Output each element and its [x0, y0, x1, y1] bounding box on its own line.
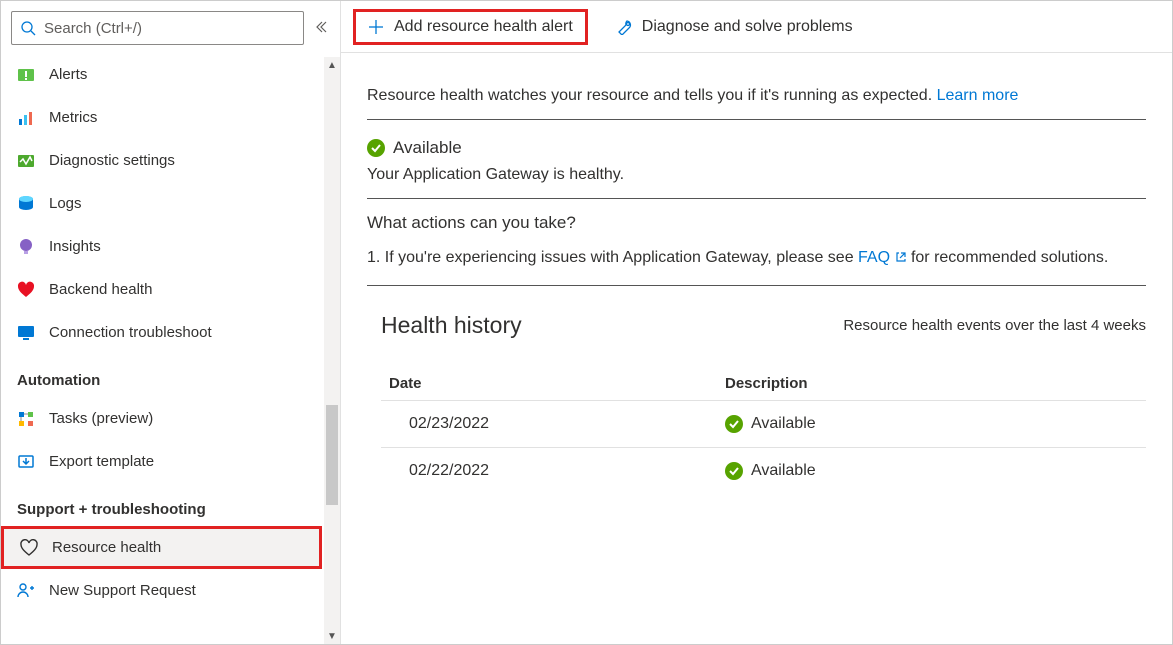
row-description: Available: [751, 415, 816, 433]
sidebar-item-label: Export template: [49, 453, 154, 470]
sidebar-item-label: Alerts: [49, 66, 87, 83]
metrics-icon: [17, 109, 35, 127]
row-date: 02/23/2022: [385, 415, 725, 433]
success-check-icon: [725, 462, 743, 480]
table-row[interactable]: 02/22/2022 Available: [381, 447, 1146, 494]
sidebar-item-diagnostic-settings[interactable]: Diagnostic settings: [1, 139, 340, 182]
sidebar-item-label: Resource health: [52, 539, 161, 556]
sidebar-item-alerts[interactable]: Alerts: [1, 53, 340, 96]
heart-outline-icon: [20, 539, 38, 557]
sidebar-item-label: Tasks (preview): [49, 410, 153, 427]
action-prefix: 1. If you're experiencing issues with Ap…: [367, 249, 858, 266]
tasks-icon: [17, 410, 35, 428]
search-placeholder: Search (Ctrl+/): [44, 20, 142, 37]
intro-text: Resource health watches your resource an…: [367, 69, 1146, 120]
sidebar-item-label: Connection troubleshoot: [49, 324, 212, 341]
sidebar-item-connection-troubleshoot[interactable]: Connection troubleshoot: [1, 311, 340, 354]
history-table: Date Description 02/23/2022 Available 02…: [381, 367, 1146, 494]
sidebar-item-new-support-request[interactable]: New Support Request: [1, 569, 340, 612]
sidebar-item-label: Insights: [49, 238, 101, 255]
sidebar-item-label: Diagnostic settings: [49, 152, 175, 169]
logs-icon: [17, 195, 35, 213]
section-header-automation: Automation: [1, 354, 340, 397]
external-link-icon: [895, 251, 907, 263]
collapse-sidebar-button[interactable]: [312, 20, 330, 37]
faq-link[interactable]: FAQ: [858, 249, 906, 266]
sidebar-item-label: Backend health: [49, 281, 152, 298]
intro-copy: Resource health watches your resource an…: [367, 87, 937, 104]
sidebar-item-label: New Support Request: [49, 582, 196, 599]
row-description: Available: [751, 462, 816, 480]
toolbar: Add resource health alert Diagnose and s…: [341, 1, 1172, 53]
insights-icon: [17, 238, 35, 256]
availability-detail: Your Application Gateway is healthy.: [367, 166, 1146, 184]
scroll-down-arrow[interactable]: ▼: [324, 628, 340, 644]
toolbar-btn-label: Add resource health alert: [394, 18, 573, 36]
monitor-icon: [17, 324, 35, 342]
sidebar-item-label: Metrics: [49, 109, 97, 126]
alerts-icon: [17, 66, 35, 84]
main: Add resource health alert Diagnose and s…: [341, 1, 1172, 644]
diagnose-and-solve-button[interactable]: Diagnose and solve problems: [606, 12, 863, 42]
col-header-description: Description: [725, 375, 1142, 392]
diagnostic-icon: [17, 152, 35, 170]
sidebar-item-tasks[interactable]: Tasks (preview): [1, 397, 340, 440]
table-row[interactable]: 02/23/2022 Available: [381, 400, 1146, 447]
section-header-support: Support + troubleshooting: [1, 483, 340, 526]
sidebar-item-metrics[interactable]: Metrics: [1, 96, 340, 139]
history-title: Health history: [381, 312, 522, 339]
action-item: 1. If you're experiencing issues with Ap…: [367, 249, 1146, 267]
plus-icon: [368, 19, 384, 35]
heart-icon: [17, 281, 35, 299]
success-check-icon: [367, 139, 385, 157]
sidebar: Search (Ctrl+/) Alerts Metrics Diagnosti…: [1, 1, 341, 644]
actions-section: What actions can you take? 1. If you're …: [367, 199, 1146, 286]
row-date: 02/22/2022: [385, 462, 725, 480]
sidebar-item-resource-health[interactable]: Resource health: [1, 526, 322, 569]
action-suffix: for recommended solutions.: [907, 249, 1109, 266]
col-header-date: Date: [385, 375, 725, 392]
toolbar-btn-label: Diagnose and solve problems: [642, 18, 853, 36]
wrench-icon: [616, 19, 632, 35]
success-check-icon: [725, 415, 743, 433]
health-history: Health history Resource health events ov…: [367, 286, 1146, 494]
history-subtitle: Resource health events over the last 4 w…: [843, 317, 1146, 334]
scroll-up-arrow[interactable]: ▲: [324, 57, 340, 73]
add-resource-health-alert-button[interactable]: Add resource health alert: [353, 9, 588, 45]
history-table-header: Date Description: [381, 367, 1146, 400]
faq-link-text: FAQ: [858, 249, 890, 266]
actions-heading: What actions can you take?: [367, 213, 1146, 233]
search-input[interactable]: Search (Ctrl+/): [11, 11, 304, 45]
sidebar-item-label: Logs: [49, 195, 82, 212]
sidebar-item-insights[interactable]: Insights: [1, 225, 340, 268]
search-icon: [20, 20, 36, 36]
sidebar-scrollbar[interactable]: ▲ ▼: [324, 57, 340, 644]
sidebar-item-logs[interactable]: Logs: [1, 182, 340, 225]
availability-label: Available: [393, 138, 462, 158]
export-icon: [17, 453, 35, 471]
sidebar-item-export-template[interactable]: Export template: [1, 440, 340, 483]
sidebar-item-backend-health[interactable]: Backend health: [1, 268, 340, 311]
content: Resource health watches your resource an…: [341, 53, 1172, 644]
availability-section: Available Your Application Gateway is he…: [367, 120, 1146, 199]
learn-more-link[interactable]: Learn more: [937, 87, 1019, 104]
support-icon: [17, 582, 35, 600]
scroll-thumb[interactable]: [326, 405, 338, 505]
